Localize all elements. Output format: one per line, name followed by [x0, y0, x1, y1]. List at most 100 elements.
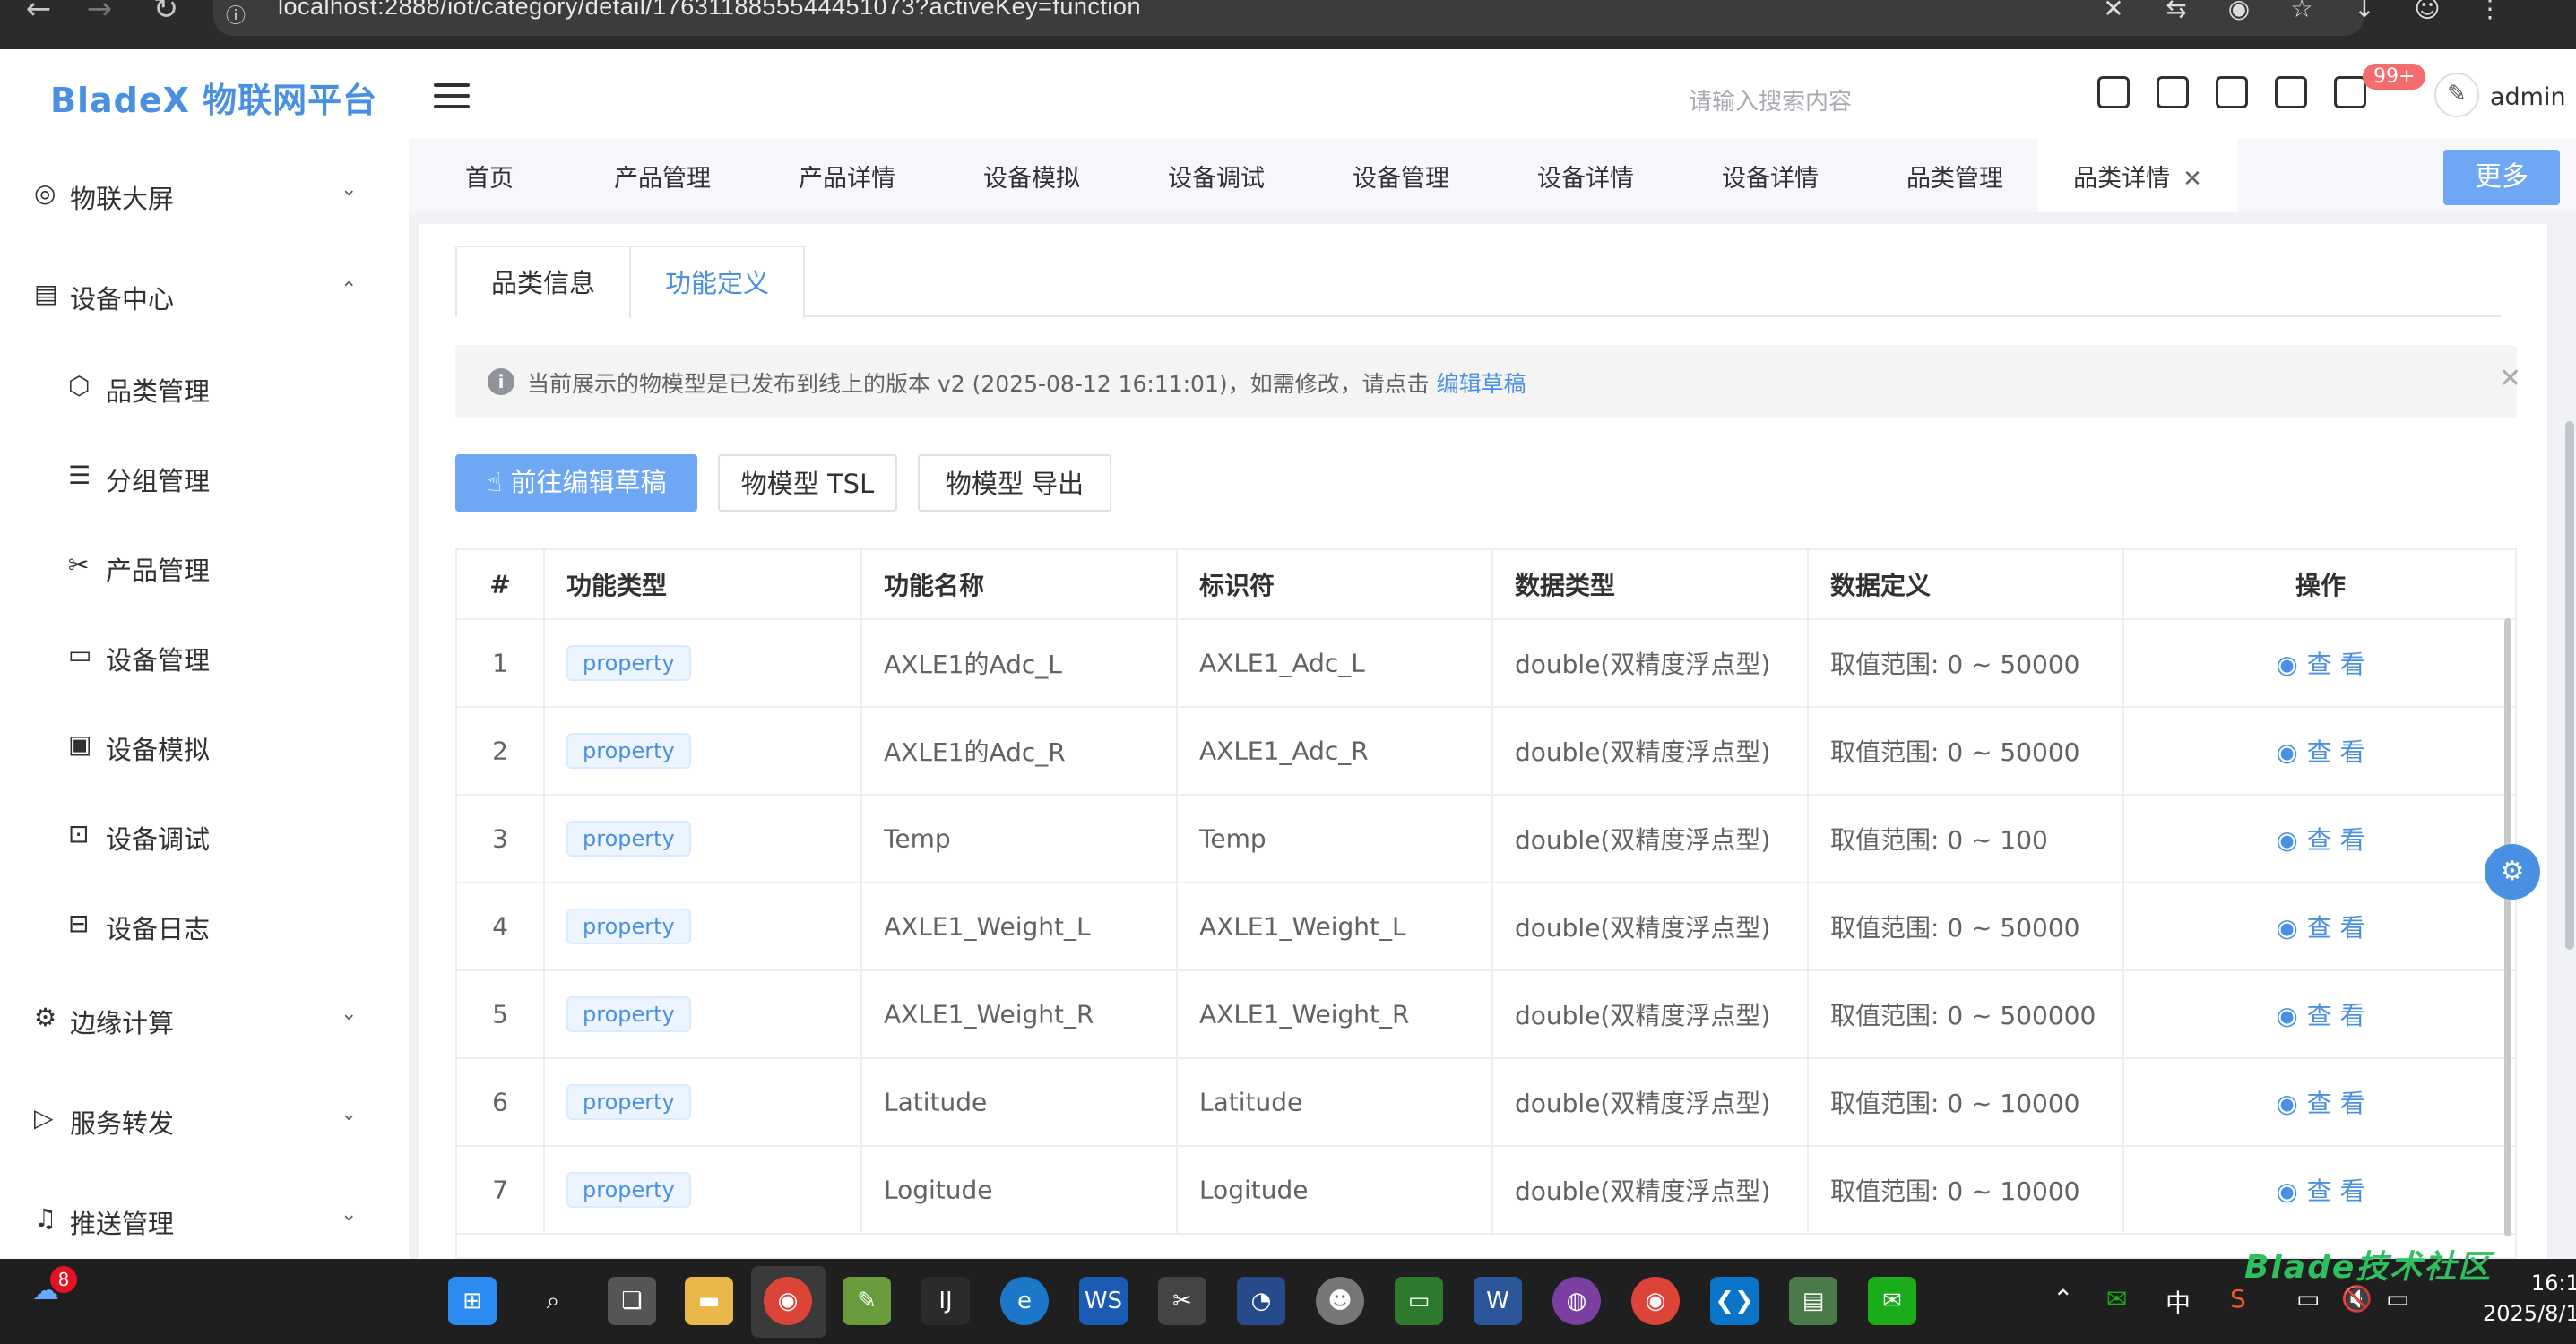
- vscode-icon[interactable]: ❮❯: [1710, 1277, 1759, 1325]
- sogou-icon[interactable]: S: [2230, 1284, 2246, 1314]
- snipping-tool-icon[interactable]: ✂: [1158, 1277, 1206, 1325]
- page-scrollbar[interactable]: [2565, 421, 2574, 950]
- tab-category-detail[interactable]: 品类详情 ✕: [2038, 139, 2237, 212]
- forward-icon[interactable]: →: [77, 0, 122, 27]
- tab-device-detail[interactable]: 设备详情: [1493, 139, 1678, 212]
- tab-device-detail-2[interactable]: 设备详情: [1678, 139, 1863, 212]
- battery-icon[interactable]: ▭: [2386, 1284, 2409, 1314]
- clock[interactable]: 16:14 2025/8/12: [2483, 1268, 2576, 1329]
- hamburger-menu-icon[interactable]: [434, 83, 470, 110]
- edit-draft-button[interactable]: ☝ 前往编辑草稿: [455, 454, 697, 512]
- settings-gear-icon[interactable]: ⚙: [2485, 844, 2540, 900]
- sidebar-item-product[interactable]: ✂ 产品管理: [0, 538, 409, 591]
- app-logo[interactable]: BladeX 物联网平台: [50, 73, 377, 122]
- tab-product-detail[interactable]: 产品详情: [755, 139, 939, 212]
- export-button[interactable]: 物模型 导出: [918, 454, 1111, 512]
- star-icon[interactable]: ☆: [2287, 0, 2316, 22]
- notepad-icon[interactable]: ✎: [843, 1277, 891, 1325]
- intellij-icon[interactable]: IJ: [921, 1277, 970, 1325]
- ime-indicator[interactable]: 中: [2165, 1284, 2191, 1320]
- webstorm-icon[interactable]: WS: [1079, 1277, 1128, 1325]
- cell-type: property: [545, 620, 862, 706]
- cell-text: AXLE1的Adc_R: [884, 737, 1066, 767]
- sidebar-item-edge[interactable]: ⚙ 边缘计算 ⌄: [0, 990, 409, 1044]
- search-input[interactable]: 请输入搜索内容: [1689, 83, 1852, 116]
- sidebar-item-device-center[interactable]: ▤ 设备中心 ⌃: [0, 266, 409, 320]
- profile-icon[interactable]: ☺: [2413, 0, 2442, 22]
- mqtt-icon[interactable]: ◍: [1552, 1277, 1601, 1325]
- terminal-icon[interactable]: ▤: [1789, 1277, 1837, 1325]
- view-button[interactable]: ◉ 查 看: [2124, 996, 2515, 1032]
- reload-icon[interactable]: ↻: [143, 0, 188, 27]
- sidebar-item-category[interactable]: ⬡ 品类管理: [0, 358, 409, 412]
- sidebar-item-push[interactable]: ♫ 推送管理 ⌄: [0, 1191, 409, 1245]
- view-button[interactable]: ◉ 查 看: [2124, 821, 2515, 857]
- wechat-icon[interactable]: ✉: [1868, 1277, 1916, 1325]
- sidebar-item-group[interactable]: ☰ 分组管理: [0, 448, 409, 502]
- view-button[interactable]: ◉ 查 看: [2124, 645, 2515, 681]
- translate-icon[interactable]: ⇆: [2162, 0, 2191, 22]
- tray-wechat-icon[interactable]: ✉: [2106, 1284, 2127, 1314]
- more-tabs-button[interactable]: 更多: [2443, 150, 2560, 205]
- word-icon[interactable]: W: [1474, 1277, 1522, 1325]
- sidebar-item-log[interactable]: ⊟ 设备日志: [0, 896, 409, 950]
- menu-dots-icon[interactable]: ⋮: [2476, 0, 2504, 22]
- subtab-category-info[interactable]: 品类信息: [455, 246, 631, 317]
- task-view-icon[interactable]: ❏: [608, 1277, 656, 1325]
- cell-text: double(双精度浮点型): [1515, 913, 1771, 943]
- header-data-type: 数据类型: [1493, 550, 1809, 618]
- file-explorer-icon[interactable]: ▬: [685, 1277, 733, 1325]
- username[interactable]: admin: [2490, 83, 2566, 111]
- subtab-function-definition[interactable]: 功能定义: [629, 246, 805, 319]
- sidebar-item-debug[interactable]: ⊡ 设备调试: [0, 806, 409, 860]
- chrome-icon[interactable]: ◉: [764, 1277, 812, 1325]
- volume-mute-icon[interactable]: 🔇: [2341, 1284, 2373, 1314]
- back-icon[interactable]: ←: [16, 0, 61, 27]
- eye-icon[interactable]: ◉: [2225, 0, 2253, 22]
- edit-draft-link[interactable]: 编辑草稿: [1437, 371, 1526, 397]
- chrome-2-icon[interactable]: ◉: [1631, 1277, 1680, 1325]
- tab-category-manage[interactable]: 品类管理: [1863, 139, 2047, 212]
- tab-device-manage[interactable]: 设备管理: [1309, 139, 1493, 212]
- close-alert-icon[interactable]: ✕: [2499, 363, 2521, 394]
- cell-definition: 取值范围: 0 ~ 10000: [1809, 1147, 2124, 1233]
- tray-expand-icon[interactable]: ⌃: [2053, 1284, 2073, 1314]
- blender-icon[interactable]: ◔: [1237, 1277, 1285, 1325]
- tab-home[interactable]: 首页: [409, 139, 570, 212]
- table-scrollbar[interactable]: [2504, 618, 2511, 1236]
- remote-icon[interactable]: ▭: [1395, 1277, 1443, 1325]
- github-icon[interactable]: ☻: [1316, 1277, 1364, 1325]
- view-button[interactable]: ◉ 查 看: [2124, 909, 2515, 944]
- search-icon[interactable]: ⌕: [529, 1277, 577, 1325]
- address-bar[interactable]: ⓘ localhost:2888/iot/category/detail/176…: [213, 0, 2364, 36]
- view-button[interactable]: ◉ 查 看: [2124, 733, 2515, 769]
- tab-device-debug[interactable]: 设备调试: [1124, 139, 1309, 212]
- network-icon[interactable]: ▭: [2296, 1284, 2320, 1314]
- cell-data-type: double(双精度浮点型): [1493, 708, 1809, 794]
- close-tab-icon[interactable]: ✕: [2183, 166, 2202, 193]
- view-button[interactable]: ◉ 查 看: [2124, 1172, 2515, 1208]
- fullscreen-icon[interactable]: [2275, 76, 2307, 108]
- sidebar-item-iot-screen[interactable]: ◎ 物联大屏 ⌄: [0, 166, 409, 220]
- theme-shirt-icon[interactable]: [2157, 76, 2189, 108]
- cell-index: 4: [457, 883, 545, 969]
- lock-icon[interactable]: [2097, 76, 2130, 108]
- view-button[interactable]: ◉ 查 看: [2124, 1084, 2515, 1120]
- table-row: 2 property AXLE1的Adc_R AXLE1_Adc_R double(双精…: [457, 708, 2515, 796]
- avatar[interactable]: ✎: [2434, 73, 2479, 117]
- function-type-tag: property: [566, 821, 691, 857]
- cell-text: Temp: [1199, 823, 1266, 854]
- tab-device-simulate[interactable]: 设备模拟: [939, 139, 1124, 212]
- sidebar-item-simulate[interactable]: ▣ 设备模拟: [0, 717, 409, 771]
- sidebar-item-device[interactable]: ▭ 设备管理: [0, 627, 409, 681]
- notification-icon[interactable]: [2334, 76, 2366, 108]
- windows-start-icon[interactable]: ⊞: [448, 1277, 497, 1325]
- site-info-icon[interactable]: ⓘ: [226, 0, 253, 28]
- download-icon[interactable]: ↓: [2350, 0, 2379, 22]
- sidebar-item-forward[interactable]: ▷ 服务转发 ⌄: [0, 1090, 409, 1144]
- tsl-button[interactable]: 物模型 TSL: [718, 454, 897, 512]
- mic-off-icon[interactable]: ✕: [2099, 0, 2128, 22]
- edge-browser-icon[interactable]: e: [1000, 1277, 1049, 1325]
- language-icon[interactable]: [2216, 76, 2248, 108]
- tab-product-manage[interactable]: 产品管理: [570, 139, 755, 212]
